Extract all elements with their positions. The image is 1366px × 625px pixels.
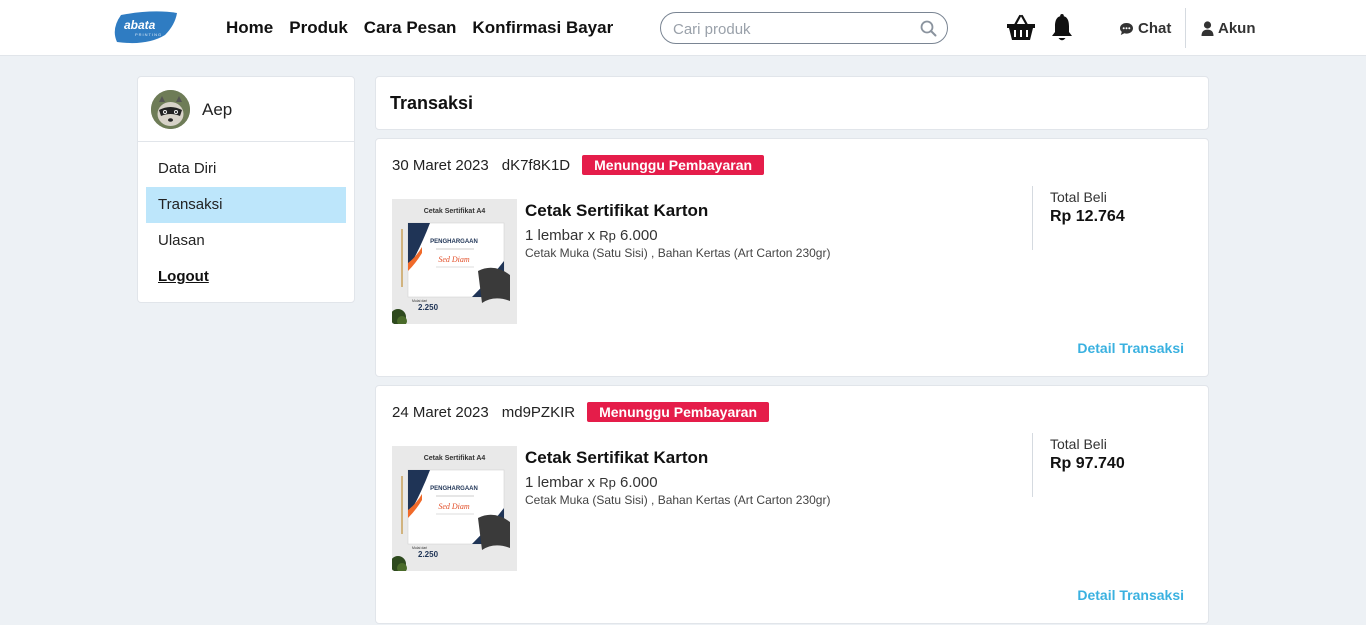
product-quantity: 1 lembar x Rp 6.000 xyxy=(525,474,830,491)
sidebar-item-data-diri[interactable]: Data Diri xyxy=(146,151,346,187)
product-thumbnail[interactable]: Cetak Sertifikat A4 PENGHARGAAN Sed Diam… xyxy=(392,199,517,324)
sidebar-item-ulasan[interactable]: Ulasan xyxy=(146,223,346,259)
product-thumbnail[interactable]: Cetak Sertifikat A4 PENGHARGAAN Sed Diam… xyxy=(392,446,517,571)
cart-icon[interactable] xyxy=(1006,14,1036,42)
logo-subtext: PRINTING xyxy=(135,32,162,37)
avatar[interactable] xyxy=(151,90,190,129)
chat-button[interactable]: Chat xyxy=(1119,20,1171,37)
main-nav: Home Produk Cara Pesan Konfirmasi Bayar xyxy=(226,18,613,38)
total-section: Total Beli Rp 12.764 xyxy=(1050,189,1125,226)
username: Aep xyxy=(202,100,233,119)
search-input[interactable] xyxy=(673,19,913,39)
thumb-heading: PENGHARGAAN xyxy=(430,486,478,492)
thumb-price: 2.250 xyxy=(418,550,439,559)
transaction-code: dK7f8K1D xyxy=(501,156,571,174)
thumb-title: Cetak Sertifikat A4 xyxy=(424,208,486,215)
total-divider xyxy=(1032,433,1033,497)
logo-text: abata xyxy=(124,18,156,32)
unit-price: 6.000 xyxy=(620,227,658,244)
total-value: Rp 97.740 xyxy=(1050,455,1125,472)
bell-icon[interactable] xyxy=(1050,14,1074,42)
search-icon[interactable] xyxy=(920,20,937,37)
transaction-date: 24 Maret 2023 xyxy=(392,403,489,421)
page-title: Transaksi xyxy=(390,93,474,113)
total-divider xyxy=(1032,186,1033,250)
account-label: Akun xyxy=(1218,20,1256,37)
thumb-name: Sed Diam xyxy=(438,255,470,264)
header-divider xyxy=(1185,8,1186,48)
unit-price: 6.000 xyxy=(620,474,658,491)
nav-home[interactable]: Home xyxy=(226,18,273,38)
product-info: Cetak Sertifikat Karton 1 lembar x Rp 6.… xyxy=(525,448,830,507)
thumb-heading: PENGHARGAAN xyxy=(430,239,478,245)
profile-header: Aep xyxy=(138,77,354,142)
quantity-text: 1 lembar x xyxy=(525,474,596,491)
transaction-header: 24 Maret 2023 md9PZKIR Menunggu Pembayar… xyxy=(392,402,770,422)
abata-logo[interactable]: abata PRINTING xyxy=(113,11,179,44)
account-sidebar: Aep Data Diri Transaksi Ulasan Logout xyxy=(137,76,355,303)
product-spec: Cetak Muka (Satu Sisi) , Bahan Kertas (A… xyxy=(525,246,831,260)
sidebar-item-transaksi[interactable]: Transaksi xyxy=(146,187,346,223)
sidebar-item-logout[interactable]: Logout xyxy=(146,259,346,295)
chat-bubble-icon xyxy=(1120,22,1133,35)
status-badge: Menunggu Pembayaran xyxy=(587,402,770,422)
page-title-card: Transaksi xyxy=(375,76,1209,130)
nav-cara-pesan[interactable]: Cara Pesan xyxy=(364,18,457,38)
product-spec: Cetak Muka (Satu Sisi) , Bahan Kertas (A… xyxy=(525,493,831,507)
sidebar-menu: Data Diri Transaksi Ulasan Logout xyxy=(138,142,354,295)
product-name[interactable]: Cetak Sertifikat Karton xyxy=(525,448,830,468)
nav-konfirmasi-bayar[interactable]: Konfirmasi Bayar xyxy=(472,18,613,38)
search-box xyxy=(660,12,948,44)
thumb-price: 2.250 xyxy=(418,303,439,312)
total-section: Total Beli Rp 97.740 xyxy=(1050,436,1125,473)
thumb-name: Sed Diam xyxy=(438,502,470,511)
transaction-card: 24 Maret 2023 md9PZKIR Menunggu Pembayar… xyxy=(375,385,1209,624)
top-header: abata PRINTING Home Produk Cara Pesan Ko… xyxy=(0,0,1366,56)
user-icon xyxy=(1201,21,1214,36)
account-button[interactable]: Akun xyxy=(1201,20,1256,37)
price-currency: Rp xyxy=(599,228,616,243)
nav-produk[interactable]: Produk xyxy=(289,18,348,38)
certificate-thumbnail-image: Cetak Sertifikat A4 PENGHARGAAN Sed Diam… xyxy=(392,446,517,571)
total-value: Rp 12.764 xyxy=(1050,208,1125,225)
detail-transaction-link[interactable]: Detail Transaksi xyxy=(1077,340,1184,356)
total-label: Total Beli xyxy=(1050,436,1107,452)
transaction-code: md9PZKIR xyxy=(501,403,576,421)
status-badge: Menunggu Pembayaran xyxy=(582,155,765,175)
transaction-card: 30 Maret 2023 dK7f8K1D Menunggu Pembayar… xyxy=(375,138,1209,377)
transaction-date: 30 Maret 2023 xyxy=(392,156,489,174)
certificate-thumbnail-image: Cetak Sertifikat A4 PENGHARGAAN Sed Diam… xyxy=(392,199,517,324)
transaction-header: 30 Maret 2023 dK7f8K1D Menunggu Pembayar… xyxy=(392,155,765,175)
total-label: Total Beli xyxy=(1050,189,1107,205)
product-info: Cetak Sertifikat Karton 1 lembar x Rp 6.… xyxy=(525,201,830,260)
raccoon-avatar-image xyxy=(151,90,190,129)
product-name[interactable]: Cetak Sertifikat Karton xyxy=(525,201,830,221)
detail-transaction-link[interactable]: Detail Transaksi xyxy=(1077,587,1184,603)
chat-label: Chat xyxy=(1138,20,1172,37)
quantity-text: 1 lembar x xyxy=(525,227,596,244)
price-currency: Rp xyxy=(599,475,616,490)
thumb-title: Cetak Sertifikat A4 xyxy=(424,455,486,462)
product-quantity: 1 lembar x Rp 6.000 xyxy=(525,227,830,244)
